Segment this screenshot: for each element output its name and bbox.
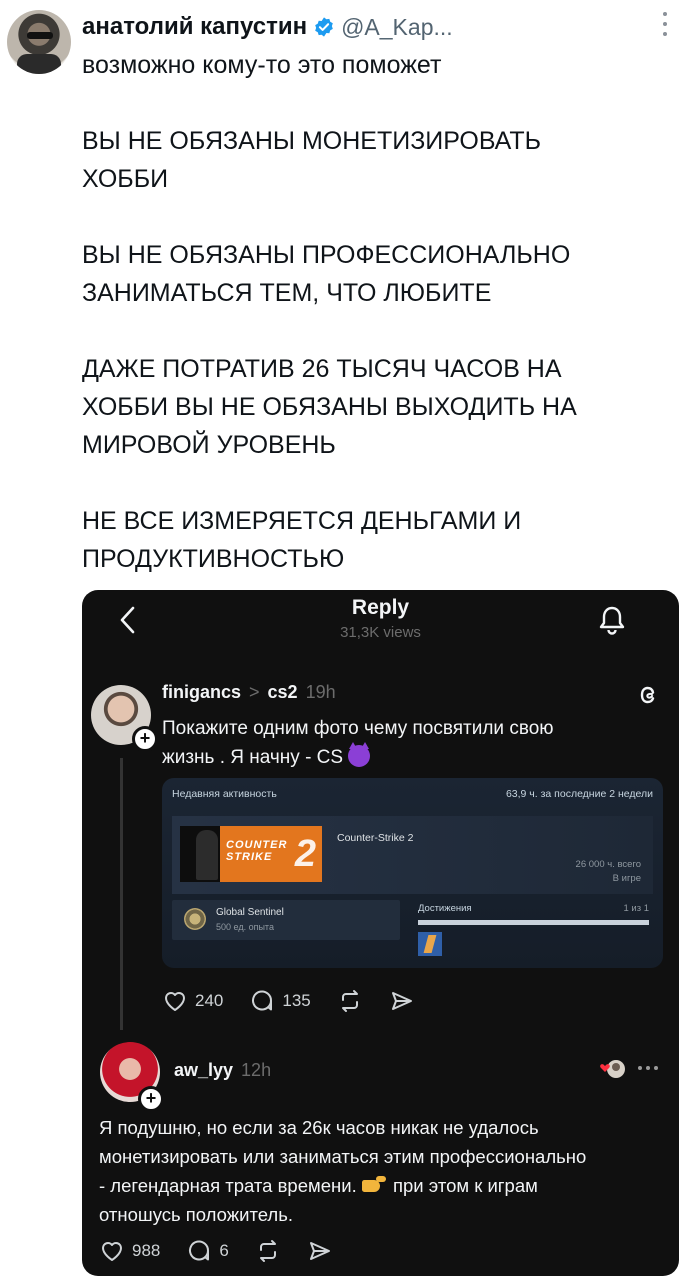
post-header: finigancs > cs2 19h [162,682,336,703]
tweet-line: ХОББИ [82,165,169,193]
topic-tag: cs2 [267,682,298,702]
medal-icon [184,908,206,930]
comment-button[interactable]: 135 [249,988,311,1014]
hours-total: 26 000 ч. всего [575,859,641,870]
cs2-cover-art: COUNTER STRIKE 2 [180,826,322,882]
game-name: Counter-Strike 2 [337,832,414,844]
reply-username: aw_lyy [174,1060,234,1080]
comment-icon [189,1240,210,1261]
like-button[interactable]: 988 [99,1238,160,1264]
reply-text-line: отношусь положитель. [99,1204,293,1225]
heart-icon [102,1242,122,1261]
comment-count: 6 [219,1241,229,1260]
reply-text-line: Я подушню, но если за 26к часов никак не… [99,1117,539,1138]
thread-line [120,758,123,1030]
avatar-shirt [17,54,61,74]
share-icon [309,1242,330,1260]
sunglasses [27,32,53,39]
tweet-line: возможно кому-то это поможет [82,51,442,79]
tweet-text: возможно кому-то это поможет ВЫ НЕ ОБЯЗА… [82,46,642,578]
reply-time: 12h [241,1060,272,1080]
tweet-line: ЗАНИМАТЬСЯ ТЕМ, ЧТО ЛЮБИТЕ [82,279,492,307]
like-count: 240 [195,991,224,1010]
like-count: 988 [132,1241,161,1260]
reply-text: Я подушню, но если за 26к часов никак не… [99,1113,669,1229]
reply-text-line: монетизировать или заниматься этим профе… [99,1146,587,1167]
reply-text-line: - легендарная трата времени. [99,1175,357,1196]
game-hours: 26 000 ч. всего В игре [576,858,641,886]
steam-header: Недавняя активность 63,9 ч. за последние… [172,788,653,800]
reply-title: Reply [351,596,410,619]
post-time: 19h [305,682,336,702]
repost-button[interactable] [255,1238,281,1264]
tweet-line: ПРОДУКТИВНОСТЬЮ [82,545,345,573]
share-button[interactable] [307,1238,333,1264]
heart-icon [165,992,185,1011]
achievements-label: Достижения [418,903,472,914]
tweet-line: ВЫ НЕ ОБЯЗАНЫ ПРОФЕССИОНАЛЬНО [82,241,571,269]
share-button[interactable] [389,988,415,1014]
more-icon[interactable] [638,1066,658,1070]
follow-plus-icon: + [132,726,158,752]
more-icon[interactable] [662,12,668,36]
steam-header-left: Недавняя активность [172,788,277,800]
verified-icon [315,17,333,37]
tweet: анатолий капустин @A_Kap... возможно ком… [0,0,686,1280]
cs2-logo-number: 2 [294,833,316,875]
achievements-count: 1 из 1 [623,903,649,914]
views-count: 31,3K views [340,624,421,641]
steam-header-right: 63,9 ч. за последние 2 недели [505,788,653,800]
achievement-xp: 500 ед. опыта [216,922,274,932]
comment-button[interactable]: 6 [186,1238,229,1264]
tweet-line: МИРОВОЙ УРОВЕНЬ [82,431,336,459]
tweet-header: анатолий капустин @A_Kap... [82,12,453,42]
reply-text-line: при этом к играм [393,1175,538,1196]
repost-icon [341,990,358,1012]
tweet-line: НЕ ВСЕ ИЗМЕРЯЕТСЯ ДЕНЬГАМИ И [82,507,522,535]
pointing-hand-emoji-icon [361,1176,388,1194]
reply-actions: 988 6 [99,1238,333,1264]
bell-icon [599,606,625,635]
achievement-icon [418,932,442,956]
post-text: Покажите одним фото чему посвятили свою … [162,714,632,772]
post-text-line: Покажите одним фото чему посвятили свою [162,718,554,739]
repost-button[interactable] [337,988,363,1014]
follow-plus-icon: + [138,1086,164,1112]
achievement-name: Global Sentinel [216,907,284,918]
achievement-box: Global Sentinel 500 ед. опыта [172,900,400,940]
threads-logo-icon [640,686,655,704]
comment-icon [252,990,273,1011]
comment-count: 135 [282,991,311,1010]
post-username: finigancs [162,682,242,702]
post-text-line: жизнь . Я начну - CS [162,747,344,768]
author-avatar[interactable] [7,10,71,74]
author-name[interactable]: анатолий капустин [82,13,307,41]
steam-activity-card: Недавняя активность 63,9 ч. за последние… [162,778,663,968]
attached-screenshot[interactable]: Reply 31,3K views + finigancs > cs2 19h … [82,590,679,1276]
repost-icon [259,1240,276,1262]
like-button[interactable]: 240 [162,988,223,1014]
post-actions: 240 135 [162,988,415,1014]
steam-game-row: COUNTER STRIKE 2 Counter-Strike 2 26 000… [172,816,653,894]
reply-header: aw_lyy 12h [174,1060,271,1081]
in-game-status: В игре [612,873,641,884]
separator: > [249,682,260,702]
author-handle[interactable]: @A_Kap... [341,14,453,41]
share-icon [391,992,412,1010]
tweet-line: ДАЖЕ ПОТРАТИВ 26 ТЫСЯЧ ЧАСОВ НА [82,355,562,383]
achievements-progress [418,920,649,925]
liked-by-author-icon [600,1060,625,1078]
tweet-line: ВЫ НЕ ОБЯЗАНЫ МОНЕТИЗИРОВАТЬ [82,127,542,155]
tweet-line: ХОББИ ВЫ НЕ ОБЯЗАНЫ ВЫХОДИТЬ НА [82,393,577,421]
devil-emoji-icon [348,742,371,767]
